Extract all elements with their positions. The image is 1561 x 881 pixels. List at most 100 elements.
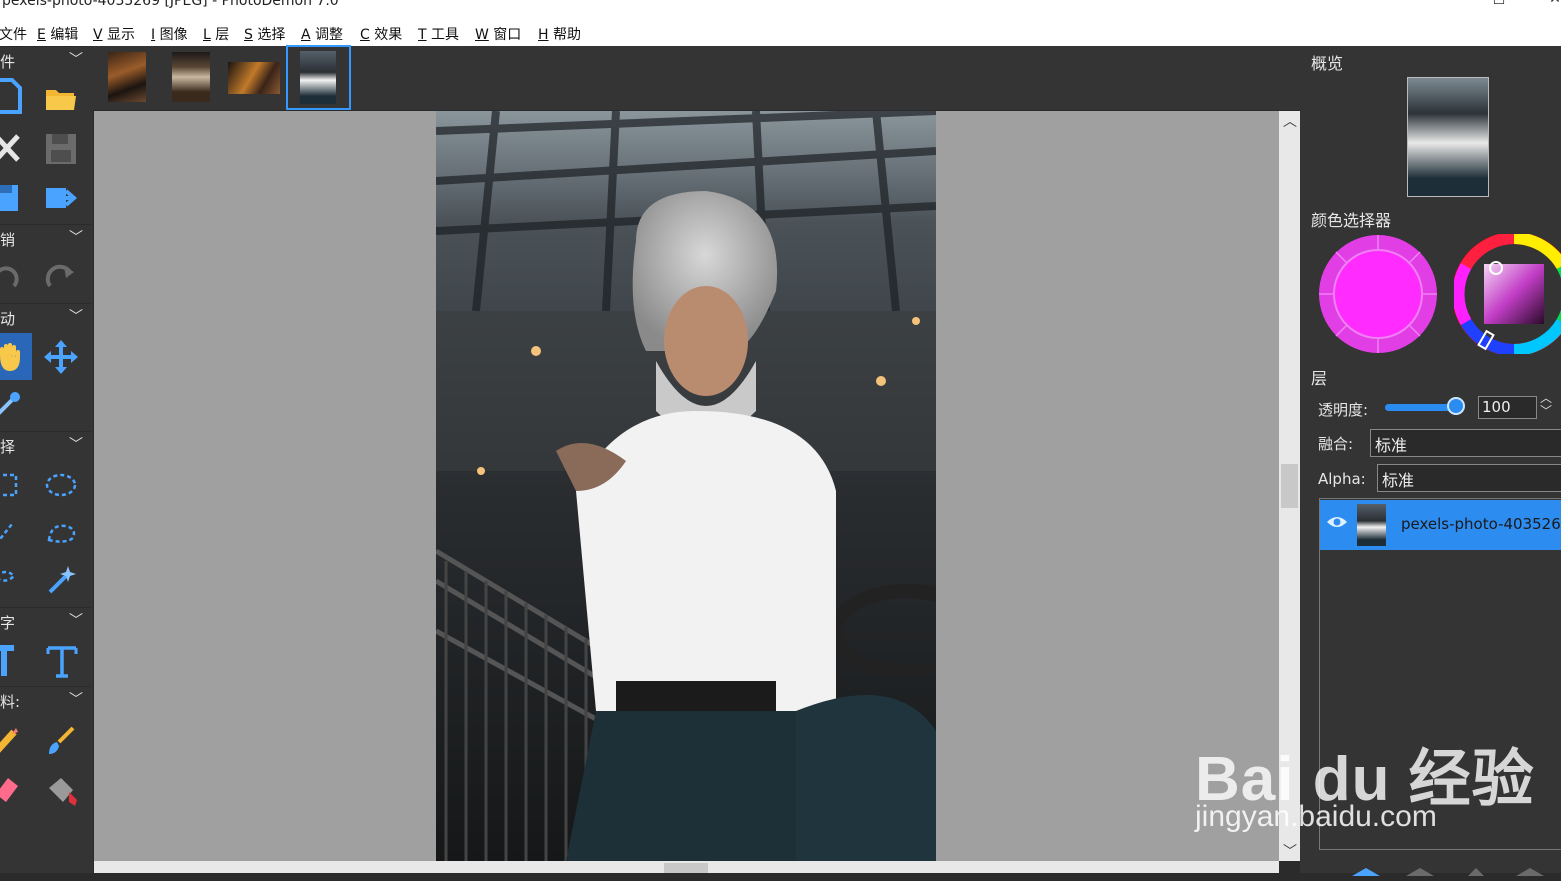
menu-view-key: V [93, 27, 103, 43]
menu-effects-key: C [360, 27, 370, 43]
menu-select[interactable]: S 选择 [244, 24, 285, 44]
polygon-select-icon[interactable] [45, 520, 91, 564]
menu-effects[interactable]: C 效果 [360, 24, 402, 44]
close-button[interactable]: ✕ [1535, 0, 1561, 13]
chevron-down-icon[interactable]: ﹀ [69, 434, 83, 454]
menu-window[interactable]: W 窗口 [475, 24, 521, 44]
line-select-icon[interactable] [0, 520, 40, 564]
hue-saturation-picker[interactable] [1454, 234, 1561, 354]
menu-image-label: 图像 [159, 27, 188, 43]
image-thumbnail-1[interactable] [104, 50, 148, 104]
image-thumbnail-4[interactable] [286, 45, 351, 110]
chevron-down-icon[interactable]: ﹀ [69, 610, 83, 630]
watermark-url: jingyan.baidu.com [1195, 800, 1437, 833]
chevron-down-icon[interactable]: ﹀ [69, 689, 83, 709]
open-folder-icon[interactable] [44, 84, 90, 128]
scroll-up-icon[interactable]: ︿ [1283, 111, 1297, 131]
maximize-button[interactable]: ☐ [1479, 0, 1519, 14]
menu-layer-key: L [203, 27, 211, 43]
menu-help-label: 帮助 [552, 27, 581, 43]
window-title: pexels-photo-4035269 [JPEG] - PhotoDemon… [2, 0, 339, 9]
section-paint[interactable]: 料: ﹀ [0, 686, 91, 713]
menu-layer[interactable]: L 层 [203, 24, 229, 44]
horizontal-scrollbar[interactable] [94, 861, 1279, 873]
menu-edit-label: 编辑 [50, 27, 79, 43]
menu-image[interactable]: I 图像 [151, 24, 188, 44]
section-text[interactable]: 字 ﹀ [0, 607, 91, 634]
section-move-label: 动 [0, 310, 16, 328]
section-select[interactable]: 择 ﹀ [0, 431, 91, 458]
menu-view[interactable]: V 显示 [93, 24, 135, 44]
menu-bar [0, 22, 1561, 46]
menu-window-label: 窗口 [493, 27, 522, 43]
layers-title: 层 [1311, 369, 1328, 388]
opacity-value-field[interactable]: 100 [1478, 396, 1537, 419]
menu-layer-label: 层 [215, 27, 230, 43]
opacity-label: 透明度: [1318, 401, 1369, 419]
menu-file[interactable]: 文件 [0, 24, 27, 44]
brush-icon[interactable] [45, 724, 91, 768]
chevron-down-icon[interactable]: ﹀ [69, 227, 83, 247]
section-undo-label: 销 [0, 231, 16, 249]
image-thumbnail-2[interactable] [168, 50, 212, 104]
spin-up-icon[interactable]: ︿ [1540, 392, 1552, 404]
save-icon[interactable] [44, 132, 90, 176]
undo-icon[interactable] [0, 262, 36, 306]
blend-mode-select[interactable]: 标准 [1370, 429, 1561, 457]
pencil-icon[interactable] [0, 726, 40, 770]
horizontal-scroll-thumb[interactable] [664, 863, 708, 873]
section-file[interactable]: 件 ﹀ [0, 46, 91, 73]
canvas-image[interactable] [436, 111, 936, 861]
ellipse-select-icon[interactable] [45, 472, 91, 516]
move-icon[interactable] [44, 340, 90, 384]
rect-select-icon[interactable] [0, 472, 40, 516]
typography-icon[interactable] [45, 644, 91, 688]
eyedropper-icon[interactable] [0, 390, 42, 434]
menu-adjust-key: A [301, 27, 311, 43]
menu-edit-key: E [37, 27, 46, 43]
section-move[interactable]: 动 ﹀ [0, 303, 91, 330]
layer-thumbnail [1357, 504, 1386, 546]
lasso-select-icon[interactable] [0, 566, 40, 610]
close-icon[interactable] [0, 132, 40, 176]
menu-file-label: 文件 [0, 27, 27, 43]
image-thumbnail-3[interactable] [226, 50, 282, 104]
menu-window-key: W [475, 27, 489, 43]
spin-down-icon[interactable]: ﹀ [1540, 405, 1552, 417]
menu-adjust[interactable]: A 调整 [301, 24, 343, 44]
menu-tools[interactable]: T 工具 [418, 24, 459, 44]
menu-help[interactable]: H 帮助 [538, 24, 581, 44]
section-paint-label: 料: [0, 693, 21, 711]
menu-help-key: H [538, 27, 549, 43]
minimize-button[interactable]: — [1420, 0, 1460, 12]
menu-adjust-label: 调整 [315, 27, 344, 43]
baidu-watermark: Bai du 经验 jingyan.baidu.com [1195, 700, 1561, 840]
fill-bucket-icon[interactable] [45, 774, 91, 818]
opacity-slider-handle[interactable] [1447, 397, 1465, 415]
new-file-icon[interactable] [0, 78, 38, 122]
vertical-scroll-thumb[interactable] [1281, 464, 1298, 508]
export-icon[interactable] [44, 184, 90, 228]
section-undo[interactable]: 销 ﹀ [0, 224, 91, 251]
eye-icon[interactable] [1326, 514, 1348, 534]
hand-tool-button[interactable] [0, 333, 32, 380]
chevron-down-icon[interactable]: ﹀ [69, 306, 83, 326]
chevron-down-icon[interactable]: ﹀ [69, 49, 83, 69]
menu-select-key: S [244, 27, 253, 43]
menu-select-label: 选择 [257, 27, 286, 43]
save-as-icon[interactable] [0, 181, 38, 225]
blend-mode-value: 标准 [1375, 436, 1408, 455]
layer-row[interactable]: pexels-photo-4035269 [1320, 500, 1561, 550]
menu-edit[interactable]: E 编辑 [37, 24, 78, 44]
magic-wand-icon[interactable] [46, 564, 92, 608]
overview-thumbnail[interactable] [1407, 77, 1489, 197]
section-select-label: 择 [0, 438, 16, 456]
scroll-down-icon[interactable]: ﹀ [1283, 841, 1297, 861]
alpha-mode-select[interactable]: 标准 [1377, 464, 1561, 492]
redo-icon[interactable] [44, 262, 90, 306]
text-icon[interactable] [0, 644, 42, 688]
primary-color-wheel[interactable] [1318, 234, 1438, 354]
eraser-icon[interactable] [0, 774, 40, 818]
menu-image-key: I [151, 27, 156, 43]
menu-tools-key: T [418, 27, 427, 43]
